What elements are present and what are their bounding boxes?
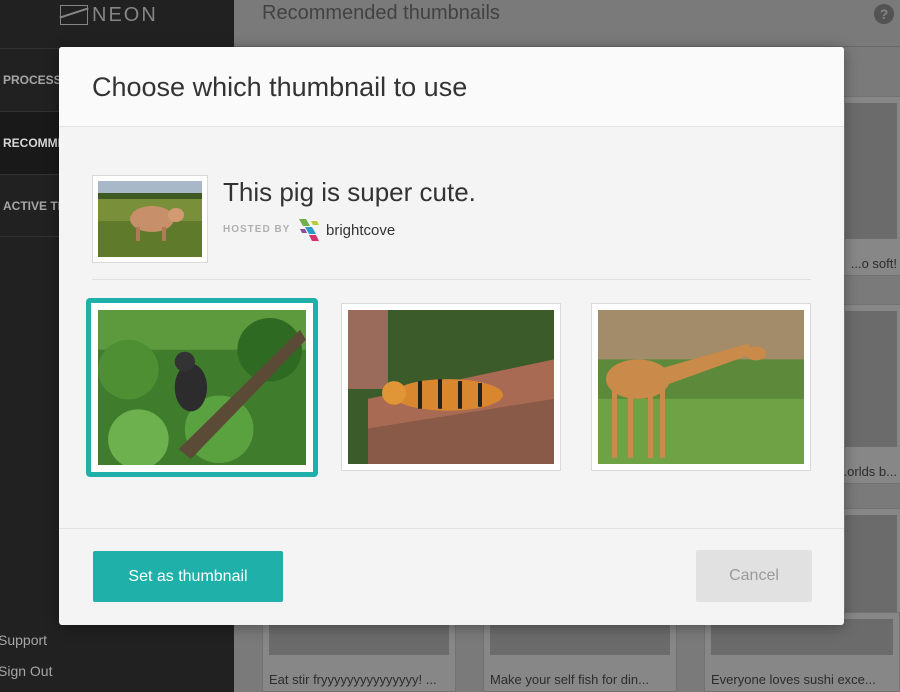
- giraffe-image: [598, 310, 804, 464]
- cancel-button[interactable]: Cancel: [696, 550, 812, 602]
- tiger-image: [348, 310, 554, 464]
- dialog-title: Choose which thumbnail to use: [92, 72, 468, 102]
- dialog-header: Choose which thumbnail to use: [59, 47, 844, 127]
- host-name: brightcove: [326, 221, 396, 239]
- thumbnail-option-tiger[interactable]: [341, 303, 561, 471]
- set-as-thumbnail-button[interactable]: Set as thumbnail: [93, 551, 283, 602]
- gorilla-image: [98, 310, 306, 465]
- hosted-by-label: HOSTED BY: [223, 224, 291, 235]
- footer-divider: [59, 528, 844, 529]
- brightcove-logo: brightcove: [297, 217, 395, 243]
- pig-image: [98, 181, 202, 257]
- brightcove-mark-icon: [299, 219, 319, 241]
- thumbnail-chooser-dialog: Choose which thumbnail to use This pig i…: [59, 47, 844, 625]
- video-title: This pig is super cute.: [223, 177, 476, 207]
- video-preview-thumbnail: [92, 175, 208, 263]
- section-divider: [92, 279, 811, 280]
- thumbnail-option-giraffe[interactable]: [591, 303, 811, 471]
- thumbnail-option-gorilla[interactable]: [86, 298, 318, 477]
